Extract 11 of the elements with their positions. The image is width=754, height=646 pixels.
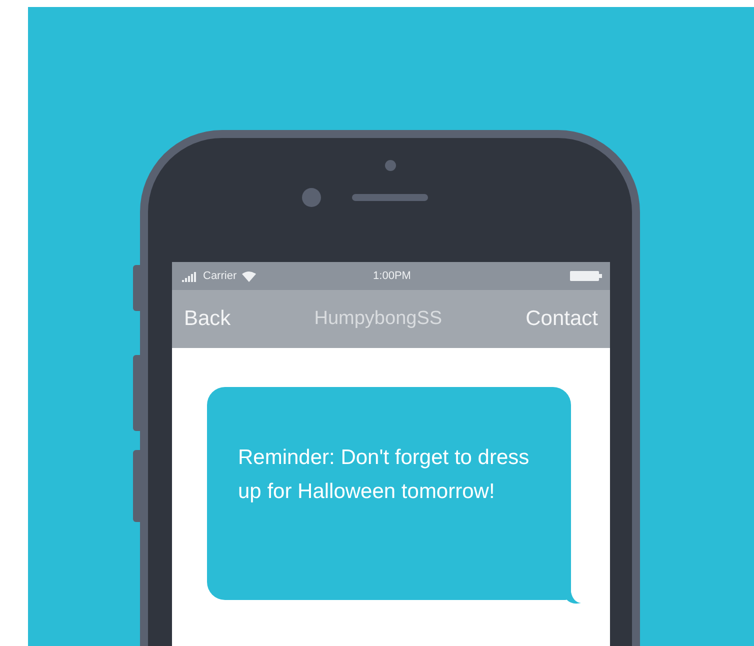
clock-time: 1:00PM [373, 270, 411, 282]
signal-icon [182, 270, 198, 282]
back-link[interactable]: Back [184, 307, 231, 331]
conversation-title: HumpybongSS [314, 308, 442, 330]
sensor-dot-icon [385, 160, 396, 171]
battery-icon [570, 271, 602, 281]
wifi-icon [242, 270, 256, 282]
message-text: Reminder: Don't forget to dress up for Halloween tomorrow! [238, 446, 530, 503]
camera-icon [302, 188, 321, 207]
carrier-label: Carrier [203, 270, 237, 282]
contact-link[interactable]: Contact [526, 307, 598, 331]
